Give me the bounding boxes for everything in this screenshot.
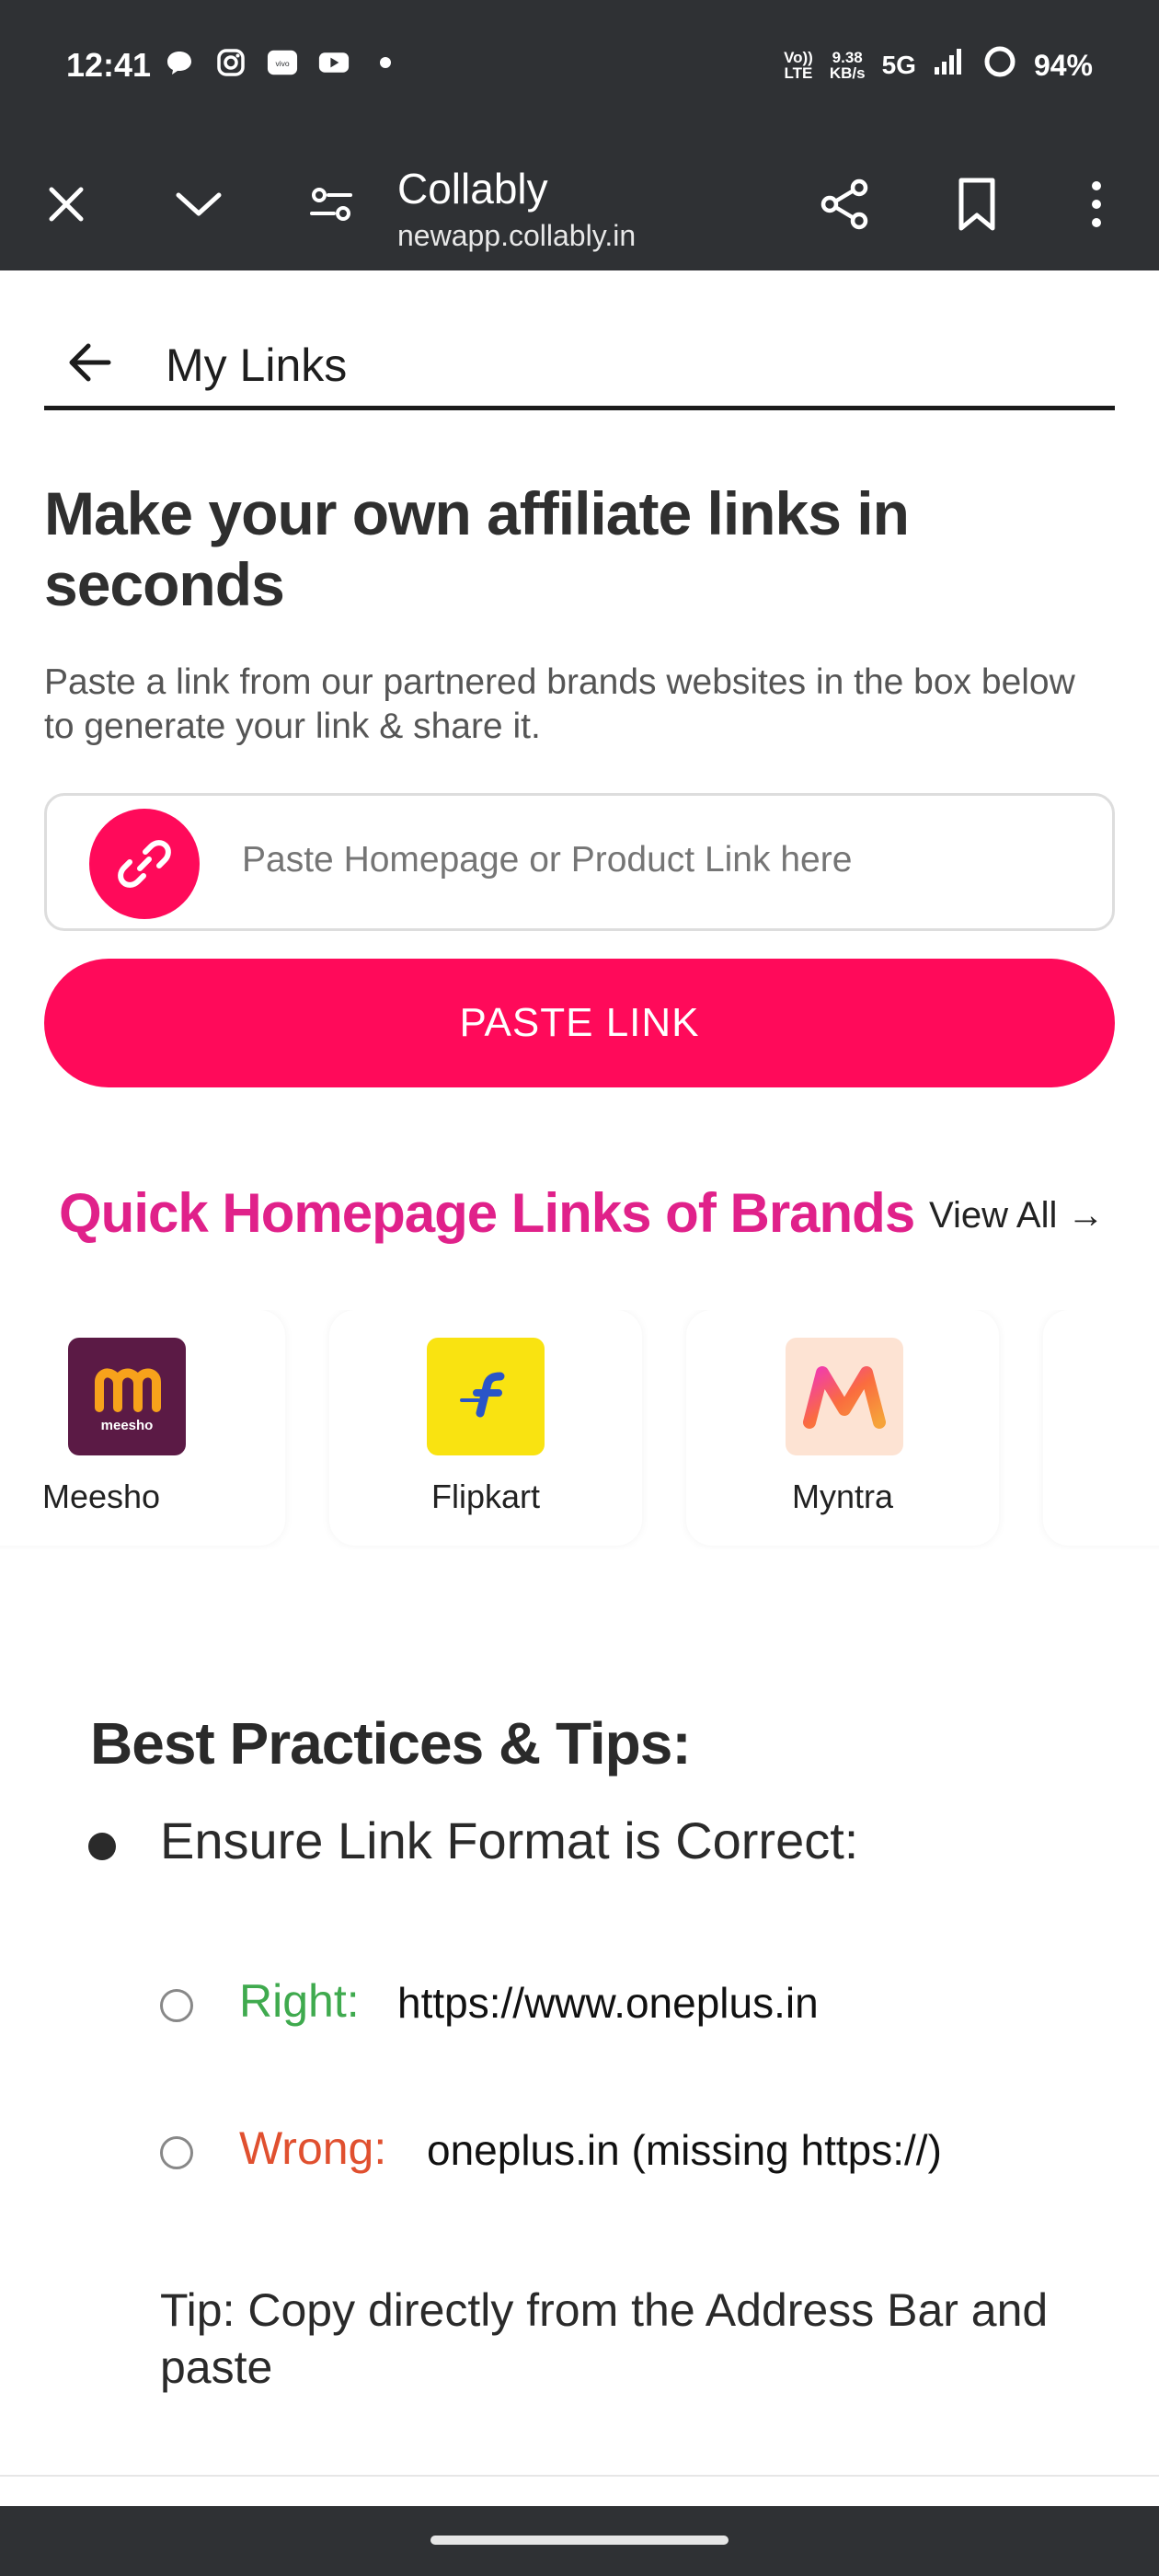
network-speed: 9.38 KB/s xyxy=(830,50,866,81)
right-example: https://www.oneplus.in xyxy=(397,1979,819,2027)
brand-name: Myntra xyxy=(791,1478,894,1515)
brand-card-meesho[interactable]: meesho Meesho xyxy=(0,1310,285,1546)
volte-top: Vo)) xyxy=(784,49,813,66)
brands-carousel[interactable]: meesho Meesho Flipkart Myntra xyxy=(0,1310,1159,1549)
vivo-icon: vivo xyxy=(267,48,298,77)
meesho-logo-text: meesho xyxy=(101,1418,154,1433)
share-icon[interactable] xyxy=(811,171,878,237)
right-label: Right: xyxy=(239,1975,360,2027)
brand-card-myntra[interactable]: Myntra xyxy=(686,1310,999,1546)
volte-indicator: Vo)) LTE xyxy=(784,50,813,81)
youtube-icon xyxy=(318,48,350,77)
wrong-example: oneplus.in (missing https://) xyxy=(427,2126,942,2174)
bookmark-icon[interactable] xyxy=(944,171,1010,237)
network-type: 5G xyxy=(881,51,916,79)
brand-name: Meesho xyxy=(41,1478,161,1515)
back-arrow-icon[interactable] xyxy=(63,335,118,390)
brand-card-partial[interactable] xyxy=(1043,1310,1159,1546)
bullet-icon xyxy=(88,1833,116,1860)
meesho-logo-icon: meesho xyxy=(68,1338,186,1455)
hero-subtext: Paste a link from our partnered brands w… xyxy=(44,662,1075,746)
view-all-link[interactable]: View All → xyxy=(929,1195,1104,1236)
svg-text:vivo: vivo xyxy=(275,59,289,68)
site-settings-icon[interactable] xyxy=(298,171,364,237)
page-content: My Links Make your own affiliate links i… xyxy=(0,270,1159,2506)
status-bar: 12:41 vivo Vo)) LTE 9.38 KB/s 5G 94% xyxy=(0,0,1159,138)
link-input-box[interactable] xyxy=(44,793,1115,931)
tips-title: Best Practices & Tips: xyxy=(90,1710,692,1777)
circle-bullet-icon xyxy=(160,2136,193,2169)
brand-card-flipkart[interactable]: Flipkart xyxy=(329,1310,642,1546)
speed-value: 9.38 xyxy=(832,49,863,66)
flipkart-logo-icon xyxy=(427,1338,545,1455)
quick-links-title: Quick Homepage Links of Brands xyxy=(59,1182,915,1244)
myntra-logo-icon xyxy=(786,1338,903,1455)
home-gesture-handle[interactable] xyxy=(430,2536,729,2545)
tip-text: Tip: Copy directly from the Address Bar … xyxy=(160,2284,1049,2393)
divider xyxy=(0,2475,1159,2477)
hero-headline: Make your own affiliate links in seconds xyxy=(44,479,910,618)
speed-unit: KB/s xyxy=(829,64,866,82)
paste-link-button[interactable]: PASTE LINK xyxy=(44,959,1115,1087)
more-options-icon[interactable] xyxy=(1063,171,1130,237)
circle-bullet-icon xyxy=(160,1989,193,2022)
site-title: Collably xyxy=(397,165,548,213)
gesture-nav-bar xyxy=(0,2506,1159,2576)
status-right: Vo)) LTE 9.38 KB/s 5G 94% xyxy=(784,44,1093,86)
browser-toolbar: Collably newapp.collably.in xyxy=(0,138,1159,270)
battery-icon xyxy=(982,44,1017,86)
chat-icon xyxy=(164,48,195,77)
tips-item: Ensure Link Format is Correct: xyxy=(160,1811,859,1869)
wrong-label: Wrong: xyxy=(239,2122,387,2174)
link-icon xyxy=(89,809,200,919)
notification-icons: vivo xyxy=(164,48,401,77)
link-input[interactable] xyxy=(242,840,1070,880)
signal-icon xyxy=(933,47,966,84)
dot-icon xyxy=(370,48,401,77)
battery-percent: 94% xyxy=(1033,48,1093,82)
chevron-down-icon[interactable] xyxy=(166,171,232,237)
site-url[interactable]: newapp.collably.in xyxy=(397,219,636,253)
instagram-icon xyxy=(215,48,247,77)
close-icon[interactable] xyxy=(33,171,99,237)
page-header: My Links xyxy=(44,307,1115,410)
status-time: 12:41 xyxy=(66,46,152,84)
volte-bottom: LTE xyxy=(784,64,813,82)
brand-name: Flipkart xyxy=(430,1478,541,1515)
page-title: My Links xyxy=(166,339,348,391)
